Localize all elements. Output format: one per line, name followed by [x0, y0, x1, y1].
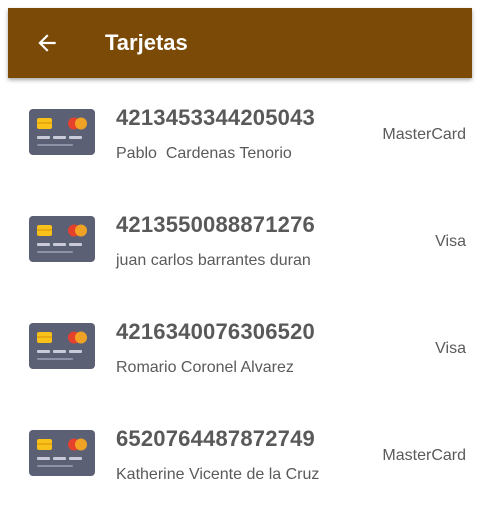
card-holder-name: Pablo Cardenas Tenorio [116, 145, 292, 162]
card-brand: Visa [435, 340, 466, 357]
card-number: 4213550088871276 [116, 212, 315, 237]
card-number: 4213453344205043 [116, 105, 315, 130]
credit-card-icon [29, 430, 95, 476]
card-holder-name: Katherine Vicente de la Cruz [116, 466, 320, 483]
list-item[interactable]: 4213550088871276 juan carlos barrantes d… [8, 185, 472, 292]
list-item[interactable]: 4216340076306520 Romario Coronel Alvarez… [8, 292, 472, 399]
credit-card-icon [29, 323, 95, 369]
card-number: 4216340076306520 [116, 319, 315, 344]
card-number: 6520764487872749 [116, 426, 315, 451]
credit-card-icon [29, 109, 95, 155]
card-brand: MasterCard [382, 447, 466, 464]
list-item[interactable]: 4213453344205043 Pablo Cardenas Tenorio … [8, 78, 472, 185]
back-button[interactable] [34, 30, 60, 56]
page-title: Tarjetas [105, 30, 188, 55]
card-brand: Visa [435, 233, 466, 250]
card-holder-name: Romario Coronel Alvarez [116, 359, 294, 376]
arrow-left-icon [38, 34, 56, 52]
card-list: 4213453344205043 Pablo Cardenas Tenorio … [8, 78, 472, 506]
card-holder-name: juan carlos barrantes duran [116, 252, 311, 269]
list-item[interactable]: 6520764487872749 Katherine Vicente de la… [8, 399, 472, 506]
card-brand: MasterCard [382, 126, 466, 143]
credit-card-icon [29, 216, 95, 262]
app-bar: Tarjetas [8, 8, 472, 78]
